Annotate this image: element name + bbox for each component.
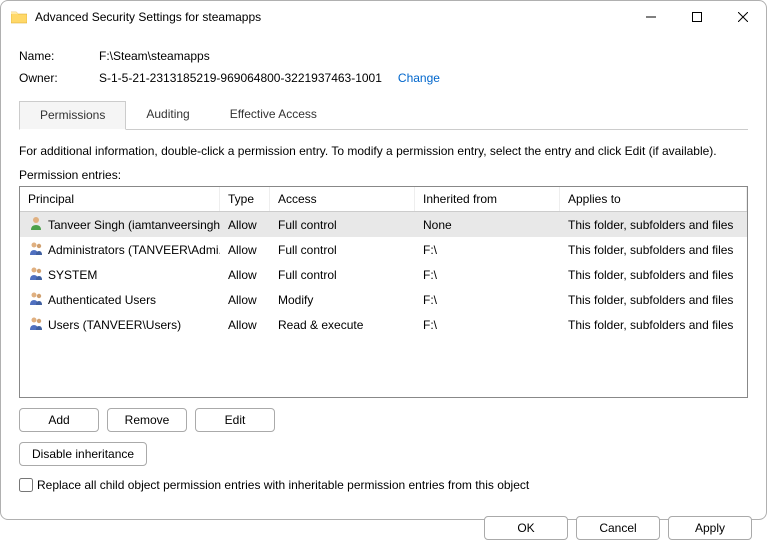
change-owner-link[interactable]: Change bbox=[398, 71, 440, 85]
col-inherited[interactable]: Inherited from bbox=[415, 187, 560, 211]
principal-text: Authenticated Users bbox=[48, 293, 156, 307]
table-row[interactable]: Users (TANVEER\Users) AllowRead & execute… bbox=[20, 312, 747, 337]
permission-entries-table: Principal Type Access Inherited from App… bbox=[19, 186, 748, 398]
cell-inherited: None bbox=[415, 214, 560, 235]
col-principal[interactable]: Principal bbox=[20, 187, 220, 211]
edit-button[interactable]: Edit bbox=[195, 408, 275, 432]
table-row[interactable]: SYSTEM AllowFull controlF:\This folder, s… bbox=[20, 262, 747, 287]
titlebar: Advanced Security Settings for steamapps bbox=[1, 1, 766, 33]
col-access[interactable]: Access bbox=[270, 187, 415, 211]
cell-applies: This folder, subfolders and files bbox=[560, 239, 747, 260]
help-text: For additional information, double-click… bbox=[19, 144, 748, 158]
cell-principal: SYSTEM bbox=[20, 264, 220, 285]
window-controls bbox=[628, 1, 766, 33]
disable-inheritance-button[interactable]: Disable inheritance bbox=[19, 442, 147, 466]
replace-child-checkbox[interactable] bbox=[19, 478, 33, 492]
table-header: Principal Type Access Inherited from App… bbox=[20, 187, 747, 212]
replace-child-label: Replace all child object permission entr… bbox=[37, 478, 529, 492]
cell-access: Read & execute bbox=[270, 314, 415, 335]
cell-applies: This folder, subfolders and files bbox=[560, 264, 747, 285]
cell-type: Allow bbox=[220, 264, 270, 285]
cell-inherited: F:\ bbox=[415, 239, 560, 260]
cell-applies: This folder, subfolders and files bbox=[560, 289, 747, 310]
user-icon bbox=[28, 240, 44, 259]
name-value: F:\Steam\steamapps bbox=[99, 49, 748, 63]
cell-principal: Tanveer Singh (iamtanveersingh... bbox=[20, 214, 220, 235]
info-panel: Name: F:\Steam\steamapps Owner: S-1-5-21… bbox=[19, 49, 748, 85]
cell-access: Full control bbox=[270, 264, 415, 285]
cell-inherited: F:\ bbox=[415, 289, 560, 310]
user-icon bbox=[28, 315, 44, 334]
cell-applies: This folder, subfolders and files bbox=[560, 214, 747, 235]
cell-type: Allow bbox=[220, 214, 270, 235]
table-row[interactable]: Tanveer Singh (iamtanveersingh...AllowFu… bbox=[20, 212, 747, 237]
cell-access: Full control bbox=[270, 239, 415, 260]
principal-text: Administrators (TANVEER\Admi... bbox=[48, 243, 220, 257]
cell-principal: Users (TANVEER\Users) bbox=[20, 314, 220, 335]
folder-icon bbox=[11, 10, 27, 24]
principal-text: SYSTEM bbox=[48, 268, 97, 282]
window-title: Advanced Security Settings for steamapps bbox=[35, 10, 628, 24]
user-icon bbox=[28, 290, 44, 309]
owner-value: S-1-5-21-2313185219-969064800-3221937463… bbox=[99, 71, 382, 85]
remove-button[interactable]: Remove bbox=[107, 408, 187, 432]
col-applies[interactable]: Applies to bbox=[560, 187, 747, 211]
add-button[interactable]: Add bbox=[19, 408, 99, 432]
tab-auditing[interactable]: Auditing bbox=[126, 101, 209, 129]
tab-permissions[interactable]: Permissions bbox=[19, 101, 126, 130]
table-body: Tanveer Singh (iamtanveersingh...AllowFu… bbox=[20, 212, 747, 337]
dialog-footer: OK Cancel Apply bbox=[1, 506, 766, 552]
cell-principal: Authenticated Users bbox=[20, 289, 220, 310]
cell-access: Modify bbox=[270, 289, 415, 310]
user-icon bbox=[28, 215, 44, 234]
cell-type: Allow bbox=[220, 239, 270, 260]
table-row[interactable]: Administrators (TANVEER\Admi...AllowFull… bbox=[20, 237, 747, 262]
cell-type: Allow bbox=[220, 289, 270, 310]
principal-text: Users (TANVEER\Users) bbox=[48, 318, 181, 332]
minimize-button[interactable] bbox=[628, 1, 674, 33]
maximize-button[interactable] bbox=[674, 1, 720, 33]
col-type[interactable]: Type bbox=[220, 187, 270, 211]
tab-effective-access[interactable]: Effective Access bbox=[210, 101, 337, 129]
principal-text: Tanveer Singh (iamtanveersingh... bbox=[48, 218, 220, 232]
user-icon bbox=[28, 265, 44, 284]
cell-type: Allow bbox=[220, 314, 270, 335]
table-empty-area bbox=[20, 337, 747, 397]
owner-label: Owner: bbox=[19, 71, 99, 85]
tab-bar: Permissions Auditing Effective Access bbox=[19, 101, 748, 130]
close-button[interactable] bbox=[720, 1, 766, 33]
permission-entries-label: Permission entries: bbox=[19, 168, 748, 182]
name-label: Name: bbox=[19, 49, 99, 63]
cell-inherited: F:\ bbox=[415, 264, 560, 285]
cell-inherited: F:\ bbox=[415, 314, 560, 335]
table-row[interactable]: Authenticated Users AllowModifyF:\This fo… bbox=[20, 287, 747, 312]
cell-applies: This folder, subfolders and files bbox=[560, 314, 747, 335]
cell-access: Full control bbox=[270, 214, 415, 235]
cell-principal: Administrators (TANVEER\Admi... bbox=[20, 239, 220, 260]
